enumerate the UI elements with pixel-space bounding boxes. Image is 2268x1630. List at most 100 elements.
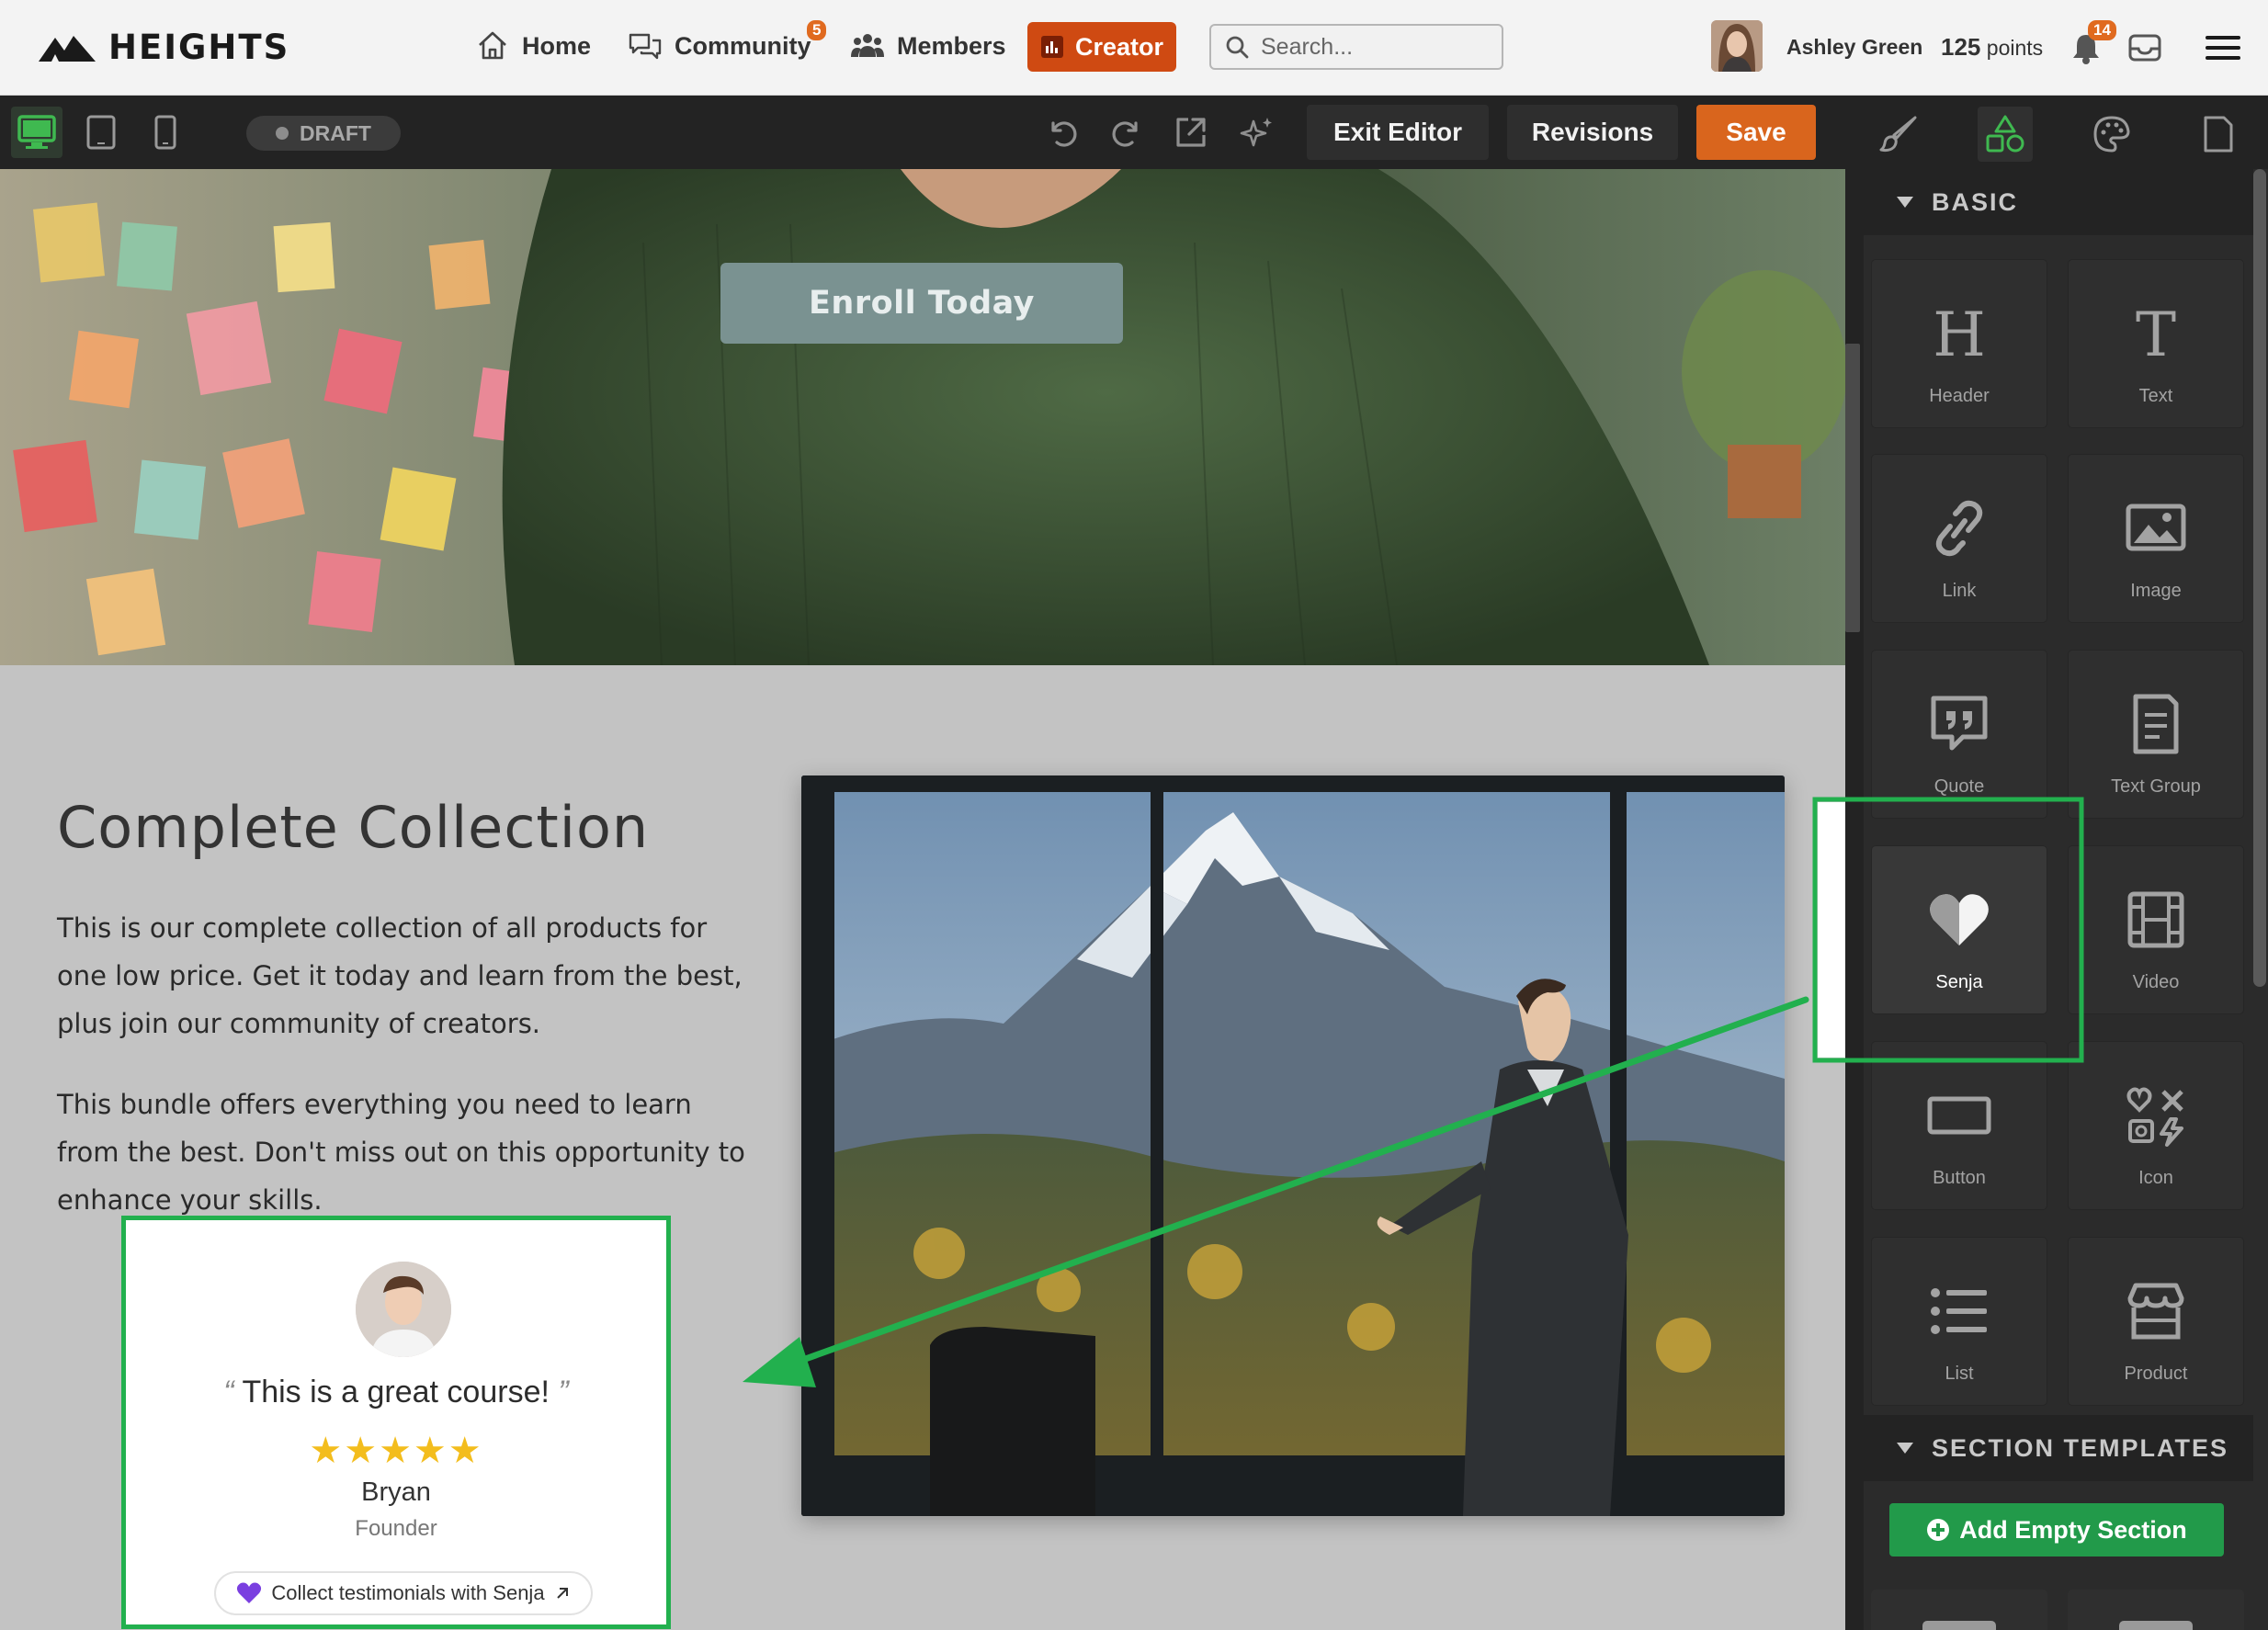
add-empty-section-button[interactable]: Add Empty Section	[1889, 1503, 2224, 1556]
section-templates-header[interactable]: SECTION TEMPLATES	[1864, 1415, 2253, 1481]
undo-icon	[1051, 121, 1077, 147]
undo-button[interactable]	[1037, 107, 1088, 158]
collect-testimonials-link[interactable]: Collect testimonials with Senja	[214, 1571, 593, 1615]
quote-open-mark: “	[223, 1375, 234, 1409]
nav-members[interactable]: Members	[849, 28, 1006, 64]
section-templates-heading: SECTION TEMPLATES	[1932, 1433, 2229, 1462]
panel-tab-elements[interactable]	[1978, 107, 2033, 162]
tablet-view-button[interactable]	[75, 107, 127, 158]
menu-button[interactable]	[2202, 28, 2244, 68]
nav-home[interactable]: Home	[474, 28, 591, 64]
heights-logo[interactable]: HEIGHTS	[39, 28, 289, 67]
points-label: points	[1986, 36, 2044, 60]
element-tile-senja[interactable]: Senja	[1871, 845, 2047, 1014]
nav-members-label: Members	[897, 31, 1006, 60]
svg-text:H: H	[1933, 300, 1986, 367]
mobile-view-button[interactable]	[140, 107, 191, 158]
exit-editor-button[interactable]: Exit Editor	[1307, 105, 1489, 160]
canvas-scrollbar-thumb[interactable]	[1845, 344, 1860, 632]
tablet-icon	[86, 115, 116, 150]
user-points[interactable]: 125 points	[1941, 33, 2043, 62]
tile-label: Header	[1929, 386, 1990, 406]
save-button[interactable]: Save	[1696, 105, 1816, 160]
draft-status-dot	[276, 127, 289, 140]
enroll-today-button[interactable]: Enroll Today	[720, 263, 1123, 344]
search-box[interactable]	[1209, 24, 1503, 70]
paragraph-2-line: from the best. Don't miss out on this op…	[57, 1137, 745, 1168]
description-paragraph-1[interactable]: This is our complete collection of all p…	[57, 904, 755, 1047]
testimonial-avatar	[356, 1262, 451, 1357]
element-tile-text[interactable]: T Text	[2068, 259, 2244, 428]
section-title[interactable]: Complete Collection	[57, 794, 649, 861]
nav-community-label: Community	[675, 31, 811, 60]
element-tile-image[interactable]: Image	[2068, 454, 2244, 623]
desktop-icon	[17, 115, 56, 149]
paragraph-1-line: plus join our community of creators.	[57, 1008, 541, 1039]
mountain-speaker-image[interactable]	[801, 775, 1785, 1516]
collapse-triangle-icon	[1897, 1443, 1913, 1454]
panel-tab-page[interactable]	[2191, 107, 2246, 162]
header-icon: H	[1933, 300, 1986, 367]
revisions-button[interactable]: Revisions	[1507, 105, 1678, 160]
hamburger-menu-icon	[2206, 36, 2240, 60]
tile-label: Product	[2124, 1364, 2188, 1384]
text-group-icon	[2133, 694, 2179, 754]
notification-badge: 14	[2088, 20, 2116, 40]
quote-icon	[1931, 696, 1988, 751]
user-avatar[interactable]	[1711, 20, 1763, 72]
mountain-logo-icon	[39, 35, 96, 62]
hero-section[interactable]: Enroll Today	[0, 169, 1845, 665]
link-icon	[1935, 500, 1983, 557]
element-tile-list[interactable]: List	[1871, 1237, 2047, 1406]
purple-heart-icon	[237, 1582, 262, 1603]
ai-assist-button[interactable]	[1231, 107, 1283, 158]
nav-home-label: Home	[522, 31, 592, 60]
basic-heading: BASIC	[1932, 187, 2019, 216]
template-preview-1[interactable]	[1871, 1590, 2047, 1630]
element-tile-button[interactable]: Button	[1871, 1041, 2047, 1210]
palette-icon	[2093, 116, 2130, 153]
tile-label: List	[1945, 1364, 1974, 1384]
tile-label: Quote	[1933, 776, 1985, 797]
panel-scrollbar-thumb[interactable]	[2253, 169, 2266, 987]
brand-name: HEIGHTS	[108, 28, 290, 67]
collapse-triangle-icon	[1897, 197, 1913, 208]
creator-label: Creator	[1074, 32, 1164, 61]
element-tile-product[interactable]: Product	[2068, 1237, 2244, 1406]
element-tile-header[interactable]: H Header	[1871, 259, 2047, 428]
element-tile-icon[interactable]: Icon	[2068, 1041, 2244, 1210]
nav-community[interactable]: Community 5	[627, 20, 827, 64]
senja-testimonial-card[interactable]: “ This is a great course! ” ★★★★★ Bryan …	[121, 1216, 671, 1629]
element-tile-quote[interactable]: Quote	[1871, 650, 2047, 819]
inbox-button[interactable]	[2125, 28, 2165, 68]
redo-button[interactable]	[1101, 107, 1152, 158]
search-input[interactable]	[1261, 33, 1481, 61]
element-tile-text-group[interactable]: Text Group	[2068, 650, 2244, 819]
desktop-view-button[interactable]	[11, 107, 62, 158]
element-tile-video[interactable]: Video	[2068, 845, 2244, 1014]
description-paragraph-2[interactable]: This bundle offers everything you need t…	[57, 1081, 755, 1224]
members-icon	[851, 34, 884, 57]
paragraph-1-line: This is our complete collection of all p…	[57, 912, 708, 944]
inbox-icon	[2128, 34, 2161, 62]
user-name[interactable]: Ashley Green	[1786, 35, 1922, 60]
testimonial-quote-text: This is a great course!	[242, 1375, 550, 1409]
element-tile-link[interactable]: Link	[1871, 454, 2047, 623]
rating-stars: ★★★★★	[309, 1431, 483, 1471]
hero-background-image	[0, 169, 1845, 665]
button-icon	[1927, 1096, 1991, 1135]
creator-chart-icon	[1040, 36, 1063, 58]
chat-bubbles-icon	[629, 33, 662, 60]
page-icon	[2204, 116, 2233, 153]
panel-tab-theme[interactable]	[2084, 107, 2139, 162]
editor-canvas: Enroll Today Complete Collection This is…	[0, 169, 1845, 1630]
creator-button[interactable]: Creator	[1027, 22, 1176, 72]
template-preview-2[interactable]	[2068, 1590, 2244, 1630]
testimonial-author-role: Founder	[355, 1516, 437, 1541]
testimonial-author: Bryan	[361, 1477, 431, 1507]
open-preview-button[interactable]	[1165, 107, 1217, 158]
community-badge: 5	[807, 20, 827, 40]
basic-section-header[interactable]: BASIC	[1864, 169, 2253, 235]
panel-tab-style[interactable]	[1871, 107, 1926, 162]
notifications-button[interactable]: 14	[2066, 20, 2116, 70]
